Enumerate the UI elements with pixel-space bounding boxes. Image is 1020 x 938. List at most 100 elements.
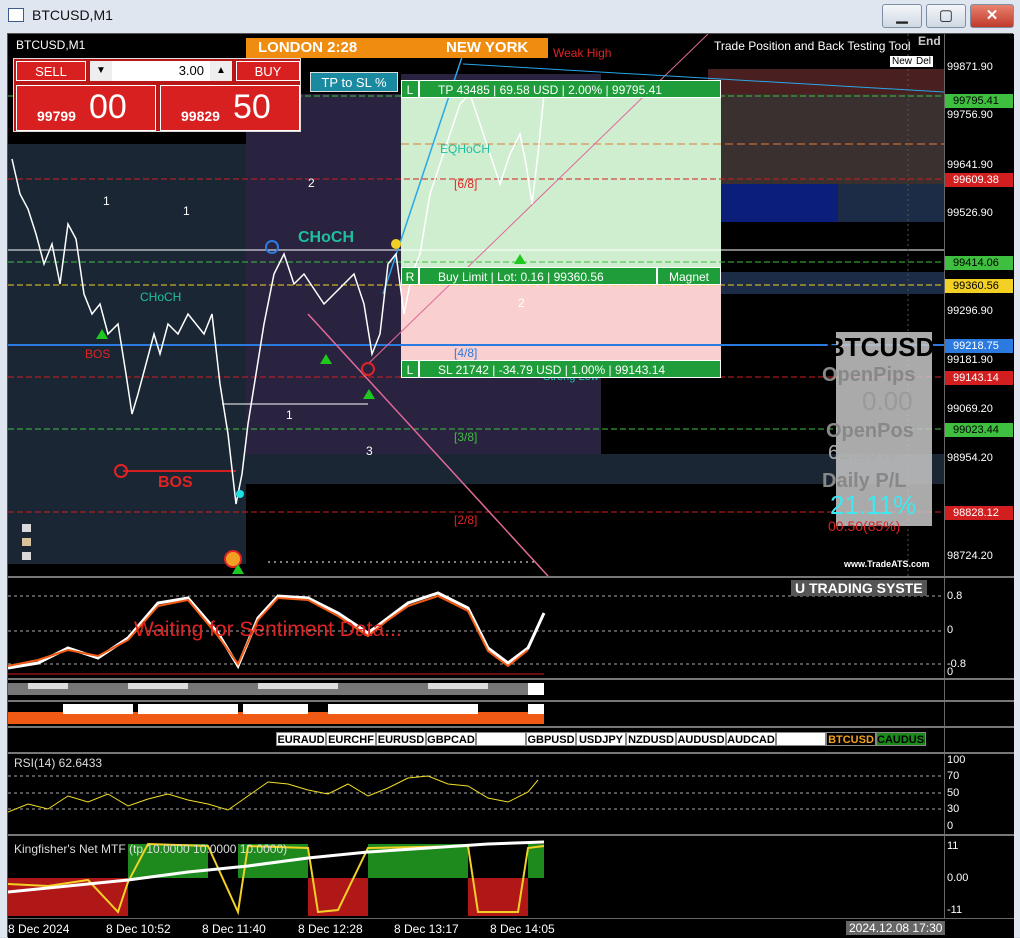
price-tag-5: 99218.75: [945, 339, 1013, 353]
currency-cell[interactable]: GBPUSD: [526, 732, 576, 746]
sl-side-tag[interactable]: L: [401, 360, 419, 378]
currency-cell[interactable]: EURCHF: [326, 732, 376, 746]
close-button[interactable]: ✕: [970, 4, 1014, 28]
time-label: 8 Dec 2024: [8, 922, 70, 936]
time-label: 8 Dec 10:52: [106, 922, 171, 936]
sl-row[interactable]: SL 21742 | -34.79 USD | 1.00% | 99143.14: [419, 360, 721, 378]
session-newyork: NEW YORK: [446, 39, 529, 56]
zone-navy: [718, 184, 838, 222]
murrey-4-label: [4/8]: [454, 346, 478, 360]
price-level-6: 99181.90: [947, 354, 993, 366]
currency-cell[interactable]: [476, 732, 526, 746]
time-axis[interactable]: 8 Dec 2024 8 Dec 10:52 8 Dec 11:40 8 Dec…: [8, 918, 1014, 938]
currency-cell-active[interactable]: BTCUSD: [826, 732, 876, 746]
session-london: LONDON 2:28: [258, 39, 358, 56]
magnet-button[interactable]: Magnet: [657, 267, 721, 285]
rsi-title: RSI(14) 62.6433: [14, 756, 103, 770]
currency-scale: [944, 728, 1014, 752]
title-bar: BTCUSD,M1 ▁ ▢ ✕: [0, 0, 1020, 32]
tp-row[interactable]: TP 43485 | 69.58 USD | 2.00% | 99795.41: [419, 80, 721, 98]
price-tag-tp: 99795.41: [945, 94, 1013, 108]
bid-price-box[interactable]: 99799 00: [16, 85, 156, 131]
side-button-1: [22, 524, 31, 532]
histogram-canvas: [8, 683, 544, 695]
eqhoch-label: EQHoCH: [440, 142, 491, 156]
price-tag-2: 99609.38: [945, 173, 1013, 187]
open-pips-label: OpenPips: [822, 364, 916, 386]
terminal-window: BTCUSD,M1 ▁ ▢ ✕ LONDON 2:28 NEW YORK Wea…: [0, 0, 1020, 938]
tp-side-tag[interactable]: L: [401, 80, 419, 98]
price-pane[interactable]: LONDON 2:28 NEW YORK Weak High Trade Pos…: [8, 34, 944, 576]
sentiment-banner: U TRADING SYSTE: [791, 580, 927, 596]
price-level-1: 99871.90: [947, 61, 993, 73]
time-label: 8 Dec 12:28: [298, 922, 363, 936]
zone-brown: [708, 94, 944, 184]
currency-cell[interactable]: GBPCAD: [426, 732, 476, 746]
lot-increase-button[interactable]: ▲: [210, 61, 232, 81]
histogram-pane: [8, 680, 944, 700]
wave-label-1b: 1: [183, 204, 190, 218]
sl-zone: [401, 282, 721, 372]
bos-label-big: BOS: [158, 474, 193, 491]
rsi-level-50: 50: [947, 787, 960, 799]
choch-label-big: CHoCH: [298, 229, 354, 246]
bid-price-small: 99799: [37, 108, 76, 124]
minimize-button[interactable]: ▁: [882, 4, 922, 28]
tool-end-button[interactable]: End: [918, 34, 941, 48]
currency-cell[interactable]: CAUDUSD: [876, 732, 926, 746]
price-scale[interactable]: 99871.90 99795.41 99756.90 99641.90 9960…: [944, 34, 1014, 576]
sentiment-scale-2: 0: [947, 624, 954, 636]
currency-cell[interactable]: EURUSD: [376, 732, 426, 746]
entry-row[interactable]: Buy Limit | Lot: 0.16 | 99360.56: [419, 267, 657, 285]
tool-title: Trade Position and Back Testing Tool: [714, 39, 911, 53]
lot-decrease-button[interactable]: ▼: [90, 61, 112, 81]
rsi-line: [8, 775, 539, 813]
price-level-7: 99069.20: [947, 403, 993, 415]
watermark: www.TradeATS.com: [844, 559, 930, 569]
entry-side-tag[interactable]: R: [401, 267, 419, 285]
currency-cell[interactable]: NZDUSD: [626, 732, 676, 746]
currency-cell[interactable]: USDJPY: [576, 732, 626, 746]
buy-button[interactable]: BUY: [236, 61, 300, 81]
price-level-4: 99526.90: [947, 207, 993, 219]
rsi-level-30: 30: [947, 803, 960, 815]
maximize-button[interactable]: ▢: [926, 4, 966, 28]
currency-cell[interactable]: EURAUD: [276, 732, 326, 746]
tool-del-button[interactable]: Del: [914, 56, 934, 67]
tool-new-button[interactable]: New: [890, 56, 915, 67]
murrey-6-label: [6/8]: [454, 177, 478, 191]
tp-to-sl-button[interactable]: TP to SL %: [310, 72, 398, 92]
rsi-scale: 100 70 50 30 0: [944, 754, 1014, 834]
sell-button[interactable]: SELL: [16, 61, 86, 81]
yellow-dot: [391, 239, 401, 249]
sentiment-pane[interactable]: Waiting for Sentiment Data... U TRADING …: [8, 578, 944, 678]
ask-price-box[interactable]: 99829 50: [160, 85, 300, 131]
kingfisher-title: Kingfisher's Net MTF (tp 10.0000 10.0000…: [14, 842, 288, 856]
price-level-3: 99641.90: [947, 159, 993, 171]
price-level-9: 98724.20: [947, 550, 993, 562]
trend-canvas: [8, 704, 544, 724]
session-bar: LONDON 2:28 NEW YORK: [246, 38, 548, 58]
wave-label-1a: 1: [103, 194, 110, 208]
bid-price-big: 00: [89, 88, 127, 126]
rsi-pane[interactable]: RSI(14) 62.6433: [8, 754, 944, 834]
currency-cell[interactable]: AUDCAD: [726, 732, 776, 746]
kingfisher-level-neg11: -11: [947, 904, 963, 916]
kingfisher-level-11: 11: [947, 840, 959, 852]
price-tag-8: 98828.12: [945, 506, 1013, 520]
price-level-5: 99296.90: [947, 305, 993, 317]
wave-label-1c: 1: [286, 408, 293, 422]
window-title: BTCUSD,M1: [32, 7, 113, 23]
lot-input[interactable]: 3.00: [112, 61, 210, 81]
wave-label-3: 3: [366, 444, 373, 458]
choch-label-small: CHoCH: [140, 290, 182, 304]
side-button-2: [22, 538, 31, 546]
ask-price-small: 99829: [181, 108, 220, 124]
ask-price-big: 50: [233, 88, 271, 126]
currency-cell[interactable]: [776, 732, 826, 746]
murrey-2-label: [2/8]: [454, 513, 478, 527]
currency-strip: EURAUD EURCHF EURUSD GBPCAD GBPUSD USDJP…: [8, 732, 944, 746]
murrey-3-label: [3/8]: [454, 430, 478, 444]
kingfisher-pane[interactable]: Kingfisher's Net MTF (tp 10.0000 10.0000…: [8, 836, 944, 918]
currency-cell[interactable]: AUDUSD: [676, 732, 726, 746]
